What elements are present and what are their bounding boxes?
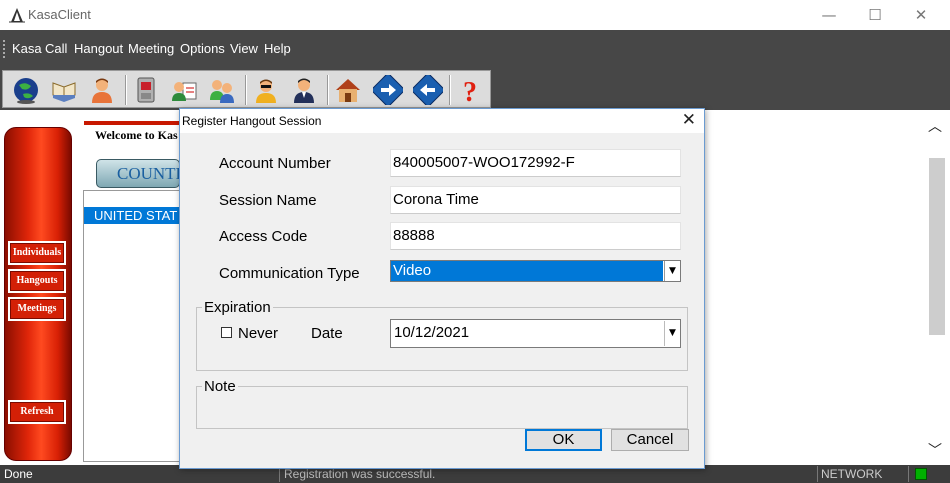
expiration-date-picker[interactable]: 10/12/2021 ▼: [390, 319, 681, 348]
meetings-button[interactable]: Meetings: [8, 297, 66, 321]
register-hangout-dialog: Register Hangout Session ✕ Account Numbe…: [179, 108, 705, 469]
menu-grip: [3, 40, 5, 58]
communication-type-value: Video: [391, 261, 663, 281]
kasa-client-window: KasaClient — ☐ ✕ Kasa Call Hangout Meeti…: [0, 0, 950, 483]
menu-options[interactable]: Options: [180, 41, 225, 56]
scroll-up-icon[interactable]: ︿: [928, 116, 942, 136]
help-icon[interactable]: ?: [453, 73, 487, 107]
chevron-down-icon[interactable]: ▼: [664, 321, 680, 346]
toolbar-separator: [245, 75, 247, 105]
group-icon[interactable]: [205, 73, 239, 107]
close-window-button[interactable]: ✕: [898, 0, 944, 30]
status-separator: [817, 466, 818, 482]
network-indicator: [915, 468, 927, 480]
scrollbar-thumb[interactable]: [929, 158, 945, 335]
kasa-logo-icon: [9, 8, 25, 23]
menu-call[interactable]: Call: [45, 41, 67, 56]
cancel-button[interactable]: Cancel: [611, 429, 689, 451]
toolbar: ?: [2, 70, 491, 108]
person-icon[interactable]: [85, 73, 119, 107]
note-label: Note: [202, 378, 238, 395]
never-checkbox[interactable]: [221, 327, 232, 338]
maximize-button[interactable]: ☐: [852, 0, 898, 30]
access-code-field[interactable]: 88888: [390, 222, 681, 250]
ok-button[interactable]: OK: [525, 429, 602, 451]
country-list[interactable]: [83, 190, 180, 462]
toolbar-separator: [327, 75, 329, 105]
title-bar: KasaClient — ☐ ✕: [0, 0, 950, 30]
menu-hangout[interactable]: Hangout: [74, 41, 123, 56]
window-title: KasaClient: [28, 7, 91, 22]
network-label: NETWORK: [821, 467, 883, 481]
back-arrow-icon[interactable]: [411, 73, 445, 107]
menu-help[interactable]: Help: [264, 41, 291, 56]
account-number-label: Account Number: [219, 155, 331, 172]
user-suit-icon[interactable]: [287, 73, 321, 107]
book-icon[interactable]: [47, 73, 81, 107]
session-name-field[interactable]: Corona Time: [390, 186, 681, 214]
home-icon[interactable]: [331, 73, 365, 107]
status-text: Done: [4, 467, 33, 481]
communication-type-select[interactable]: Video ▼: [390, 260, 681, 282]
status-message: Registration was successful.: [284, 467, 436, 481]
date-label: Date: [311, 325, 343, 342]
contact-icon[interactable]: [167, 73, 201, 107]
never-label: Never: [238, 325, 279, 342]
country-button[interactable]: COUNTRY: [96, 159, 180, 188]
communication-type-label: Communication Type: [219, 265, 360, 282]
forward-arrow-icon[interactable]: [371, 73, 405, 107]
dialog-close-icon[interactable]: ✕: [682, 110, 696, 130]
minimize-button[interactable]: —: [806, 0, 852, 30]
access-code-label: Access Code: [219, 228, 308, 245]
dialog-title: Register Hangout Session: [182, 114, 322, 128]
account-number-field[interactable]: 840005007-WOO172992-F: [390, 149, 681, 177]
welcome-text: Welcome to Kas: [95, 128, 178, 142]
scroll-down-icon[interactable]: ﹀: [928, 440, 942, 460]
phone-icon[interactable]: [129, 73, 163, 107]
toolbar-separator: [449, 75, 451, 105]
menu-bar: Kasa Call Hangout Meeting Options View H…: [0, 30, 950, 68]
dialog-title-bar: Register Hangout Session ✕: [180, 109, 704, 133]
expiration-date-value: 10/12/2021: [394, 324, 470, 341]
country-list-item-selected[interactable]: UNITED STAT: [84, 207, 180, 224]
session-name-label: Session Name: [219, 192, 317, 209]
menu-kasa[interactable]: Kasa: [12, 41, 42, 56]
status-separator: [908, 466, 909, 482]
hangouts-button[interactable]: Hangouts: [8, 269, 66, 293]
svg-text:?: ?: [463, 77, 477, 105]
individuals-button[interactable]: Individuals: [8, 241, 66, 265]
header-rule: [84, 121, 180, 125]
toolbar-separator: [125, 75, 127, 105]
refresh-button[interactable]: Refresh: [8, 400, 66, 424]
expiration-label: Expiration: [202, 299, 273, 316]
chevron-down-icon[interactable]: ▼: [664, 261, 680, 281]
menu-meeting[interactable]: Meeting: [128, 41, 174, 56]
globe-icon[interactable]: [9, 73, 43, 107]
note-group: [196, 386, 688, 429]
menu-view[interactable]: View: [230, 41, 258, 56]
user-sunglasses-icon[interactable]: [249, 73, 283, 107]
